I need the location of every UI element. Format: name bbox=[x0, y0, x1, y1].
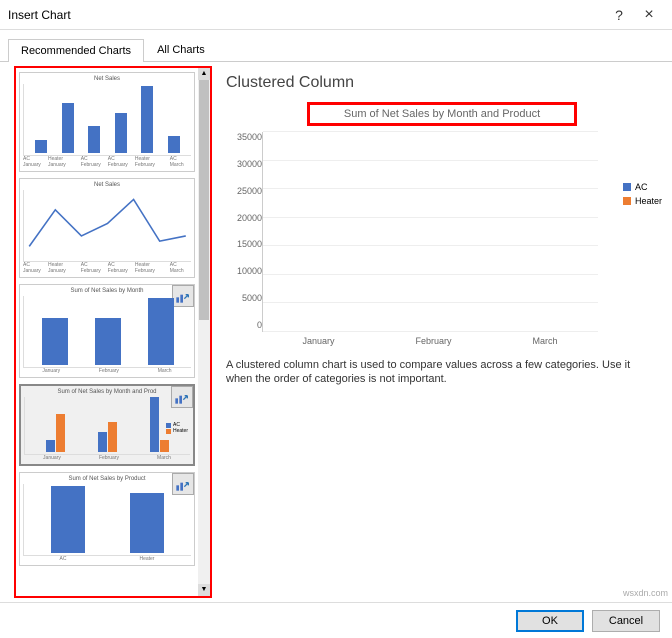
ok-button[interactable]: OK bbox=[516, 610, 584, 632]
scroll-down-icon[interactable]: ▼ bbox=[198, 584, 210, 596]
cancel-button[interactable]: Cancel bbox=[592, 610, 660, 632]
watermark: wsxdn.com bbox=[623, 588, 668, 598]
thumb-sum-by-product[interactable]: Sum of Net Sales by Product ACHeater bbox=[19, 472, 195, 566]
window-title: Insert Chart bbox=[8, 8, 604, 22]
thumb-title: Net Sales bbox=[23, 76, 191, 82]
help-icon[interactable]: ? bbox=[604, 7, 634, 23]
thumb-xlabels: ACHeater bbox=[23, 556, 191, 562]
chart-title: Sum of Net Sales by Month and Product bbox=[307, 102, 577, 126]
thumb-chart bbox=[23, 484, 191, 556]
thumb-legend: AC Heater bbox=[166, 422, 188, 434]
plot-area: 35000 30000 25000 20000 15000 10000 5000… bbox=[226, 132, 658, 332]
thumb-title: Sum of Net Sales by Month bbox=[23, 288, 191, 294]
legend-item-heater: Heater bbox=[623, 196, 662, 206]
swatch-ac bbox=[623, 183, 631, 191]
scroll-thumb[interactable] bbox=[199, 80, 209, 320]
thumb-net-sales-column[interactable]: Net Sales AC JanuaryHeater JanuaryAC Feb… bbox=[19, 72, 195, 172]
scroll-track[interactable] bbox=[198, 80, 210, 584]
close-icon[interactable]: × bbox=[634, 6, 664, 24]
thumb-xlabels: AC JanuaryHeater JanuaryAC FebruaryAC Fe… bbox=[23, 156, 191, 168]
x-axis: January February March bbox=[262, 336, 598, 346]
thumb-xlabels: JanuaryFebruaryMarch bbox=[23, 368, 191, 374]
thumb-title: Net Sales bbox=[23, 182, 191, 188]
scroll-up-icon[interactable]: ▲ bbox=[198, 68, 210, 80]
thumb-sum-by-month[interactable]: Sum of Net Sales by Month JanuaryFebruar… bbox=[19, 284, 195, 378]
thumb-net-sales-line[interactable]: Net Sales AC JanuaryHeater JanuaryAC Feb… bbox=[19, 178, 195, 278]
thumb-xlabels: JanuaryFebruaryMarch bbox=[24, 455, 190, 461]
thumb-title: Sum of Net Sales by Month and Prod bbox=[24, 389, 190, 395]
tab-recommended-charts[interactable]: Recommended Charts bbox=[8, 39, 144, 62]
thumb-sum-by-month-product[interactable]: Sum of Net Sales by Month and Prod AC He… bbox=[19, 384, 195, 466]
thumb-xlabels: AC JanuaryHeater JanuaryAC FebruaryAC Fe… bbox=[23, 262, 191, 274]
dialog-footer: OK Cancel bbox=[0, 602, 672, 638]
chart-description: A clustered column chart is used to comp… bbox=[226, 358, 658, 387]
chart-type-title: Clustered Column bbox=[226, 74, 658, 92]
chart-preview: Sum of Net Sales by Month and Product 35… bbox=[226, 102, 658, 346]
tab-bar: Recommended Charts All Charts bbox=[0, 30, 672, 62]
dialog-body: Net Sales AC JanuaryHeater JanuaryAC Feb… bbox=[0, 62, 672, 602]
title-bar: Insert Chart ? × bbox=[0, 0, 672, 30]
bars-region bbox=[262, 132, 598, 332]
legend: AC Heater bbox=[623, 182, 662, 210]
legend-item-ac: AC bbox=[623, 182, 662, 192]
thumb-chart bbox=[23, 190, 191, 262]
thumb-title: Sum of Net Sales by Product bbox=[23, 476, 191, 482]
swatch-heater bbox=[623, 197, 631, 205]
thumbnail-scrollbar[interactable]: ▲ ▼ bbox=[198, 68, 210, 596]
thumb-chart bbox=[23, 84, 191, 156]
thumb-chart: AC Heater bbox=[24, 397, 190, 455]
y-axis: 35000 30000 25000 20000 15000 10000 5000… bbox=[226, 132, 262, 332]
tab-all-charts[interactable]: All Charts bbox=[144, 38, 218, 61]
thumb-chart bbox=[23, 296, 191, 368]
chart-preview-panel: Clustered Column Sum of Net Sales by Mon… bbox=[212, 62, 672, 602]
recommended-thumbnails-panel: Net Sales AC JanuaryHeater JanuaryAC Feb… bbox=[14, 66, 212, 598]
thumbnail-list: Net Sales AC JanuaryHeater JanuaryAC Feb… bbox=[16, 68, 198, 596]
